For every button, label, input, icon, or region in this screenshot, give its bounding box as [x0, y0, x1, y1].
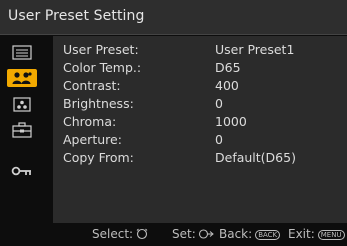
key-icon: [11, 166, 31, 176]
settings-panel: User Preset: User Preset1 Color Temp.: D…: [53, 36, 347, 223]
setting-label: Color Temp.:: [63, 60, 142, 75]
sidebar-tab-case[interactable]: [7, 121, 37, 139]
setting-row-contrast[interactable]: Contrast: 400: [53, 77, 347, 95]
setting-value: Default(D65): [215, 150, 296, 165]
setting-value: 0: [215, 132, 223, 147]
user-preset-icon: [12, 72, 32, 84]
page-title: User Preset Setting: [8, 8, 145, 24]
setting-label: Contrast:: [63, 78, 121, 93]
setting-label: Aperture:: [63, 132, 122, 147]
sidebar-tab-user-preset[interactable]: [7, 69, 37, 87]
set-hint: Set:: [172, 227, 214, 241]
setting-label: User Preset:: [63, 42, 139, 57]
back-key-badge: BACK: [255, 230, 281, 240]
push-dial-icon: [198, 229, 214, 239]
exit-key-badge: MENU: [317, 230, 345, 240]
sidebar-tab-camera-setting[interactable]: [7, 95, 37, 113]
select-hint: Select:: [92, 227, 149, 241]
setting-row-chroma[interactable]: Chroma: 1000: [53, 113, 347, 131]
sidebar: [0, 35, 44, 223]
title-bar: User Preset Setting: [0, 0, 347, 35]
menu-list-icon: [12, 44, 32, 60]
exit-hint: Exit: MENU: [288, 227, 345, 241]
setting-label: Brightness:: [63, 96, 134, 111]
select-hint-label: Select:: [92, 227, 134, 241]
sidebar-tab-key[interactable]: [7, 163, 37, 181]
rotary-dial-icon: [136, 228, 148, 240]
case-icon: [12, 122, 32, 138]
setting-value: User Preset1: [215, 42, 295, 57]
setting-row-copy-from[interactable]: Copy From: Default(D65): [53, 149, 347, 167]
back-hint: Back: BACK: [219, 227, 281, 241]
back-hint-label: Back:: [219, 227, 253, 241]
exit-hint-label: Exit:: [288, 227, 315, 241]
sidebar-tab-menu-list[interactable]: [7, 43, 37, 61]
setting-value: D65: [215, 60, 241, 75]
setting-row-aperture[interactable]: Aperture: 0: [53, 131, 347, 149]
set-hint-label: Set:: [172, 227, 196, 241]
setting-value: 400: [215, 78, 239, 93]
setting-value: 0: [215, 96, 223, 111]
setting-row-brightness[interactable]: Brightness: 0: [53, 95, 347, 113]
setting-row-user-preset[interactable]: User Preset: User Preset1: [53, 41, 347, 59]
camera-setting-icon: [13, 96, 31, 112]
setting-value: 1000: [215, 114, 247, 129]
osd-menu: User Preset Setting User Preset: User Pr…: [0, 0, 347, 246]
setting-label: Chroma:: [63, 114, 117, 129]
footer-hints: Select: Set: Back: BACK Exit: MENU: [0, 223, 347, 246]
setting-row-color-temp[interactable]: Color Temp.: D65: [53, 59, 347, 77]
setting-label: Copy From:: [63, 150, 134, 165]
